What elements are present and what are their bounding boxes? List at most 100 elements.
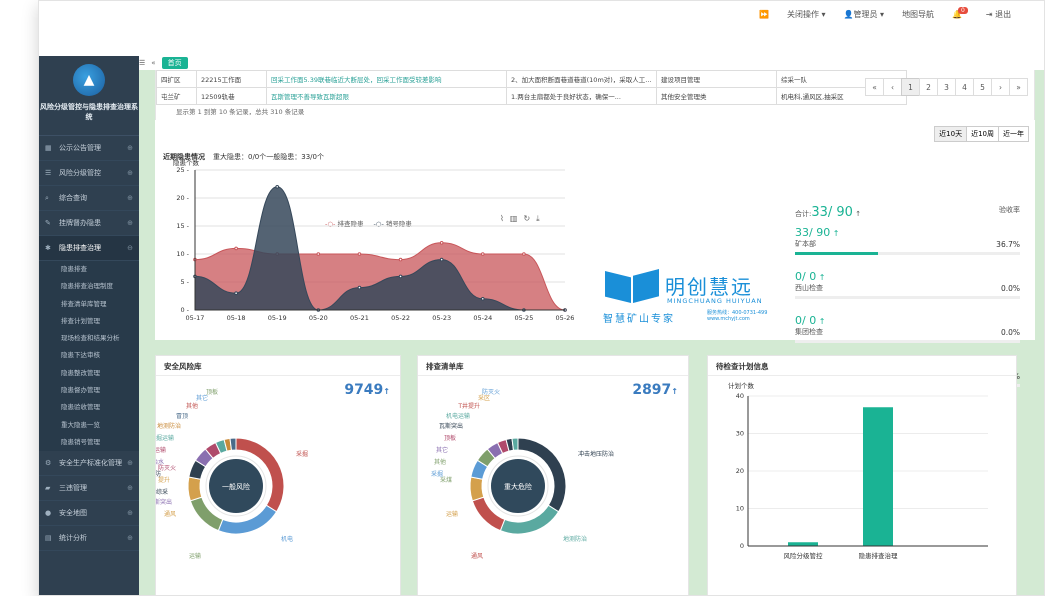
x-tick-label: 05-22 bbox=[391, 314, 410, 322]
x-tick-label: 风险分级管控 bbox=[784, 551, 824, 560]
sidebar-item-label: 挂牌督办隐患 bbox=[59, 219, 101, 227]
data-point bbox=[480, 252, 485, 256]
sidebar-item[interactable]: ● 安全地图 ⊕ bbox=[39, 501, 139, 527]
sidebar: ▲ 风险分级管控与隐患排查治理系统 ▦ 公示公告管理 ⊕ ☰ 风险分级管控 ⊕ ⌕ 综合查询 ⊕… bbox=[39, 56, 139, 595]
bell-button[interactable]: 🔔0 bbox=[952, 7, 968, 19]
menu-toggle-icon[interactable]: ☰ bbox=[139, 59, 145, 67]
sidebar-item[interactable]: ⚙ 安全生产标准化管理 ⊕ bbox=[39, 451, 139, 477]
x-tick-label: 05-18 bbox=[227, 314, 246, 322]
stat-row: 33/ 90 ↑ 矿本部 36.7% bbox=[795, 226, 1020, 264]
bar bbox=[788, 542, 818, 546]
tab-prev-icon[interactable]: « bbox=[151, 59, 155, 67]
y-axis-label: 计划个数 bbox=[728, 381, 755, 390]
page-button[interactable]: « bbox=[865, 78, 884, 96]
donut-label: 防灭火 bbox=[158, 464, 176, 472]
table-cell: 2、加大面积断面巷道巷道(10m对)，采取人工... bbox=[506, 70, 657, 88]
range-button[interactable]: 近10周 bbox=[966, 126, 999, 142]
sidebar-subitem[interactable]: 隐患排查 bbox=[39, 261, 139, 278]
stage: ⏩ 关闭操作 ▾ 👤管理员 ▾ 地图导航 🔔0 ⇥ 退出 ☰ « 首页 ▲ 风险… bbox=[0, 0, 1045, 596]
stat-value-text: 0/ 0 bbox=[795, 270, 817, 283]
brand-logo-left bbox=[605, 271, 631, 303]
brand-slogan: 智慧矿山专家 bbox=[603, 314, 675, 325]
sidebar-subitem[interactable]: 重大隐患一览 bbox=[39, 417, 139, 434]
close-ops-menu[interactable]: 关闭操作 ▾ bbox=[787, 9, 826, 20]
sidebar-subitem[interactable]: 隐患销号管理 bbox=[39, 434, 139, 451]
range-button[interactable]: 近10天 bbox=[934, 126, 968, 142]
donut-label: 运输 bbox=[446, 510, 458, 518]
page-button[interactable]: › bbox=[991, 78, 1010, 96]
donut-label: 顶板 bbox=[444, 434, 456, 442]
page-button[interactable]: » bbox=[1009, 78, 1028, 96]
sidebar-subitem[interactable]: 排查计划管理 bbox=[39, 313, 139, 330]
y-tick-label: 15 - bbox=[176, 222, 189, 230]
sidebar-item-label: 隐患排查治理 bbox=[59, 244, 101, 252]
y-tick-label: 25 - bbox=[176, 166, 189, 174]
sidebar-item[interactable]: ▦ 公示公告管理 ⊕ bbox=[39, 136, 139, 161]
sidebar-item[interactable]: ⌕ 综合查询 ⊕ bbox=[39, 186, 139, 211]
checklist-donut-chart: 重大危险冲击地压防治地测防治通风运输采掘其他其它顶板瓦斯突出机电运输T井提升采区… bbox=[431, 388, 614, 560]
stat-value: 0/ 0 ↑ bbox=[795, 270, 1020, 283]
page-button[interactable]: 4 bbox=[955, 78, 974, 96]
dot-icon: ● bbox=[45, 509, 52, 518]
stats-total: 合计:33/ 90 ↑ 验收率 bbox=[795, 205, 1020, 220]
sidebar-item-label: 风险分级管控 bbox=[59, 169, 101, 177]
sidebar-item-label: 三违管理 bbox=[59, 484, 87, 493]
hazard-table: 四扩区 22215工作面 回采工作面5.39联巷临近大断层处，回采工作面受较差影响 2… bbox=[156, 70, 907, 105]
donut-label: 其它 bbox=[436, 446, 448, 454]
y-tick-label: 5 - bbox=[180, 278, 189, 286]
progress-bar bbox=[795, 252, 1020, 255]
risk-library-panel: 安全风险库 9749↑ 一般风险采掘机电运输通风一通三防防治水机电运输采掘运输地… bbox=[137, 355, 401, 595]
record-info: 显示第 1 到第 10 条记录，总共 310 条记录 bbox=[176, 108, 305, 116]
page-button[interactable]: 1 bbox=[901, 78, 920, 96]
trend-panel: 近10天 近10周 近一年 近期隐患情况 重大隐患：0/0个一般隐患：33/0个 -○… bbox=[155, 120, 1035, 387]
donut-slice bbox=[469, 476, 485, 502]
y-tick-label: 10 bbox=[736, 505, 744, 513]
sidebar-item[interactable]: ▰ 三违管理 ⊕ bbox=[39, 476, 139, 502]
y-tick-label: 0 - bbox=[180, 306, 189, 314]
brand-watermark: 明创慧远 MINGCHUANG HUIYUAN 智慧矿山专家 服务热线：400-… bbox=[599, 269, 789, 329]
sidebar-item[interactable]: ✎ 挂牌督办隐患 ⊕ bbox=[39, 211, 139, 236]
map-nav-link[interactable]: 地图导航 bbox=[902, 9, 934, 20]
page-button[interactable]: ‹ bbox=[883, 78, 902, 96]
inspection-plan-title: 待检查计划信息 bbox=[708, 356, 1016, 376]
sidebar-subitem[interactable]: 隐患督办管理 bbox=[39, 382, 139, 399]
sidebar-item[interactable]: ☰ 风险分级管控 ⊕ bbox=[39, 161, 139, 186]
page-button[interactable]: 5 bbox=[973, 78, 992, 96]
up-arrow-icon: ↑ bbox=[830, 229, 840, 238]
sidebar-item-label: 安全地图 bbox=[59, 509, 87, 518]
tab-home[interactable]: 首页 bbox=[161, 57, 188, 69]
table-cell[interactable]: 瓦斯管理不善导致瓦斯超限 bbox=[266, 87, 507, 105]
sidebar-item[interactable]: ▤ 统计分析 ⊕ bbox=[39, 526, 139, 552]
data-point bbox=[275, 185, 280, 189]
x-tick-label: 05-25 bbox=[514, 314, 533, 322]
y-tick-label: 40 bbox=[736, 392, 744, 400]
brand-logo-right bbox=[633, 269, 659, 303]
donut-label: 地测防治 bbox=[157, 422, 181, 430]
sidebar-subitem[interactable]: 隐患整改管理 bbox=[39, 365, 139, 382]
wrench-icon: ✱ bbox=[45, 244, 51, 252]
stat-value: 33/ 90 ↑ bbox=[795, 226, 1020, 239]
collapse-tabs-icon[interactable]: ⏩ bbox=[759, 10, 769, 19]
logout-button[interactable]: ⇥ 退出 bbox=[986, 9, 1011, 20]
x-tick-label: 隐患排查治理 bbox=[859, 551, 899, 560]
notification-badge: 0 bbox=[958, 7, 968, 14]
data-point bbox=[439, 241, 444, 245]
sidebar-subitem[interactable]: 隐患排查治理制度 bbox=[39, 278, 139, 295]
sidebar-item[interactable]: ✱ 隐患排查治理 ⊖ bbox=[39, 236, 139, 261]
brand-name: 明创慧远 bbox=[665, 275, 753, 299]
sidebar-subitem[interactable]: 排查清单库管理 bbox=[39, 296, 139, 313]
range-button[interactable]: 近一年 bbox=[998, 126, 1029, 142]
user-menu[interactable]: 👤管理员 ▾ bbox=[844, 9, 885, 20]
sidebar-subitem[interactable]: 现场检查和结果分析 bbox=[39, 330, 139, 347]
donut-label: T井提升 bbox=[457, 402, 480, 410]
donut-label: 采煤 bbox=[440, 476, 452, 484]
stat-percent: 0.0% bbox=[1000, 328, 1020, 337]
table-cell[interactable]: 回采工作面5.39联巷临近大断层处，回采工作面受较差影响 bbox=[266, 70, 507, 88]
sidebar-subitem[interactable]: 隐患验收管理 bbox=[39, 399, 139, 416]
table-row: 屯兰矿 12509轨巷 瓦斯管理不善导致瓦斯超限 1.两台主扇都处于良好状态，确保一.… bbox=[156, 87, 907, 105]
trend-chart: 隐患个数0 -5 -10 -15 -20 -25 -05-17 05-18 05-1… bbox=[173, 160, 574, 322]
page-button[interactable]: 3 bbox=[937, 78, 956, 96]
sidebar-subitem[interactable]: 隐患下达审核 bbox=[39, 347, 139, 364]
page-button[interactable]: 2 bbox=[919, 78, 938, 96]
search-icon: ⌕ bbox=[45, 193, 49, 202]
